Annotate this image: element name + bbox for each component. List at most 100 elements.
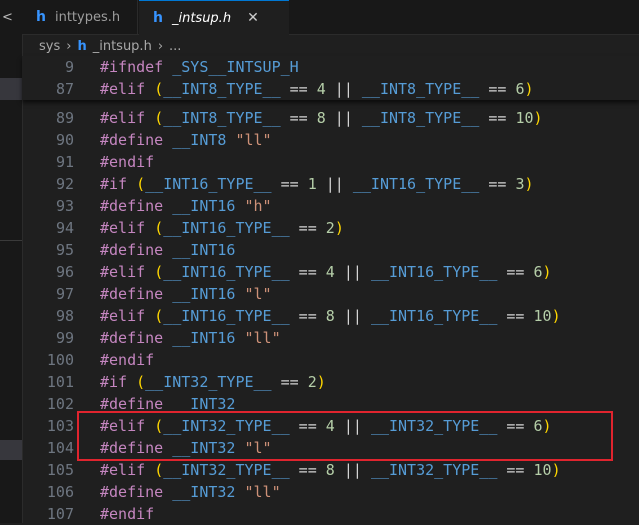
code-line[interactable]: 106 #define __INT32 "ll" xyxy=(22,481,639,503)
code-token: #endif xyxy=(100,153,155,171)
code-token: #if xyxy=(100,175,128,193)
red-highlight-box xyxy=(77,411,613,461)
breadcrumb-folder[interactable]: sys xyxy=(39,39,60,54)
line-code: #elif (__INT16_TYPE__ == 4 || __INT16_TY… xyxy=(100,261,552,283)
code-line[interactable]: 94 #elif (__INT16_TYPE__ == 2) xyxy=(22,217,639,239)
code-line[interactable]: 97 #define __INT16 "l" xyxy=(22,283,639,305)
code-line[interactable]: 92 #if (__INT16_TYPE__ == 1 || __INT16_TY… xyxy=(22,173,639,195)
line-code: #elif (__INT32_TYPE__ == 8 || __INT32_TY… xyxy=(100,459,561,481)
explorer-selected-row-2[interactable] xyxy=(0,440,22,460)
code-line[interactable]: 89 #elif (__INT8_TYPE__ == 8 || __INT8_TY… xyxy=(22,107,639,129)
line-number: 107 xyxy=(46,505,74,523)
code-line[interactable]: 95 #define __INT16 xyxy=(22,239,639,261)
breadcrumb-file[interactable]: _intsup.h xyxy=(93,39,152,54)
line-number: 92 xyxy=(55,175,74,193)
activity-strip: < xyxy=(0,0,23,523)
explorer-selected-row[interactable] xyxy=(0,78,22,100)
line-number: 98 xyxy=(55,307,74,325)
line-code: #define __INT16 xyxy=(100,239,235,261)
code-token: == xyxy=(280,109,317,127)
code-token: __INT32_TYPE__ xyxy=(370,461,498,479)
code-token: __INT8_TYPE__ xyxy=(163,80,281,98)
code-token: #if xyxy=(100,373,128,391)
code-token: ) xyxy=(334,219,344,237)
code-line[interactable]: 87 #elif (__INT8_TYPE__ == 4 || __INT8_TY… xyxy=(22,78,639,100)
panel-divider xyxy=(0,240,22,241)
line-number: 87 xyxy=(55,80,74,98)
code-token: "ll" xyxy=(235,131,272,149)
tab-inttypes-h[interactable]: h inttypes.h xyxy=(22,0,138,34)
code-line[interactable]: 9 #ifndef _SYS__INTSUP_H xyxy=(22,56,639,78)
close-icon[interactable]: ✕ xyxy=(247,10,259,26)
code-token: __INT16 xyxy=(172,241,236,259)
code-token: == xyxy=(497,307,534,325)
code-token: __INT8_TYPE__ xyxy=(361,109,480,127)
code-token: || xyxy=(334,307,371,325)
code-token: #define xyxy=(100,131,164,149)
code-token: ) xyxy=(524,175,534,193)
code-token: 4 xyxy=(325,263,335,281)
code-line[interactable]: 101 #if (__INT32_TYPE__ == 2) xyxy=(22,371,639,393)
line-number: 95 xyxy=(55,241,74,259)
h-file-icon: h xyxy=(36,9,46,25)
line-code: #define __INT32 "ll" xyxy=(100,481,281,503)
breadcrumb-more[interactable]: ... xyxy=(169,39,181,54)
line-number: 94 xyxy=(55,219,74,237)
code-token: __INT32_TYPE__ xyxy=(145,373,272,391)
code-token: "ll" xyxy=(244,483,281,501)
code-line[interactable]: 105 #elif (__INT32_TYPE__ == 8 || __INT32… xyxy=(22,459,639,481)
line-number: 102 xyxy=(46,395,74,413)
line-number: 100 xyxy=(46,351,74,369)
code-line[interactable]: 93 #define __INT16 "h" xyxy=(22,195,639,217)
code-token: 2 xyxy=(307,373,317,391)
code-token: "ll" xyxy=(244,329,281,347)
code-token: #define xyxy=(100,483,164,501)
code-token: ( xyxy=(154,263,164,281)
code-token: == xyxy=(497,263,534,281)
code-token: #define xyxy=(100,197,164,215)
code-token: == xyxy=(289,461,326,479)
code-token: "l" xyxy=(244,285,272,303)
h-file-icon: h xyxy=(153,10,163,26)
line-code: #elif (__INT16_TYPE__ == 2) xyxy=(100,217,344,239)
code-line[interactable]: 100 #endif xyxy=(22,349,639,371)
code-line[interactable]: 90 #define __INT8 "ll" xyxy=(22,129,639,151)
code-token: __INT8_TYPE__ xyxy=(163,109,281,127)
line-code: #elif (__INT8_TYPE__ == 4 || __INT8_TYPE… xyxy=(100,78,534,100)
code-token: __INT8_TYPE__ xyxy=(361,80,480,98)
breadcrumb: sys › h _intsup.h › ... xyxy=(22,35,639,57)
code-token: == xyxy=(271,175,308,193)
code-token: == xyxy=(479,109,516,127)
code-line[interactable]: 91 #endif xyxy=(22,151,639,173)
tab-intsup-h[interactable]: h _intsup.h ✕ xyxy=(139,0,289,35)
sticky-scroll-header[interactable]: 9 #ifndef _SYS__INTSUP_H 87 #elif (__INT8_T… xyxy=(22,56,639,100)
code-token: __INT16_TYPE__ xyxy=(352,175,480,193)
code-token: #elif xyxy=(100,80,146,98)
code-token: 1 xyxy=(307,175,317,193)
code-token: || xyxy=(334,263,371,281)
code-token: #elif xyxy=(100,307,146,325)
code-line[interactable]: 96 #elif (__INT16_TYPE__ == 4 || __INT16_… xyxy=(22,261,639,283)
code-token: __INT16 xyxy=(172,329,236,347)
code-token: __INT16_TYPE__ xyxy=(370,307,498,325)
code-line[interactable]: 99 #define __INT16 "ll" xyxy=(22,327,639,349)
chevron-left-icon[interactable]: < xyxy=(2,10,13,25)
code-token: == xyxy=(479,80,516,98)
code-line[interactable]: 98 #elif (__INT16_TYPE__ == 8 || __INT16_… xyxy=(22,305,639,327)
line-number: 9 xyxy=(64,58,74,76)
code-token: __INT16_TYPE__ xyxy=(145,175,272,193)
code-line[interactable]: 107 #endif xyxy=(22,503,639,525)
code-token: 2 xyxy=(325,219,335,237)
